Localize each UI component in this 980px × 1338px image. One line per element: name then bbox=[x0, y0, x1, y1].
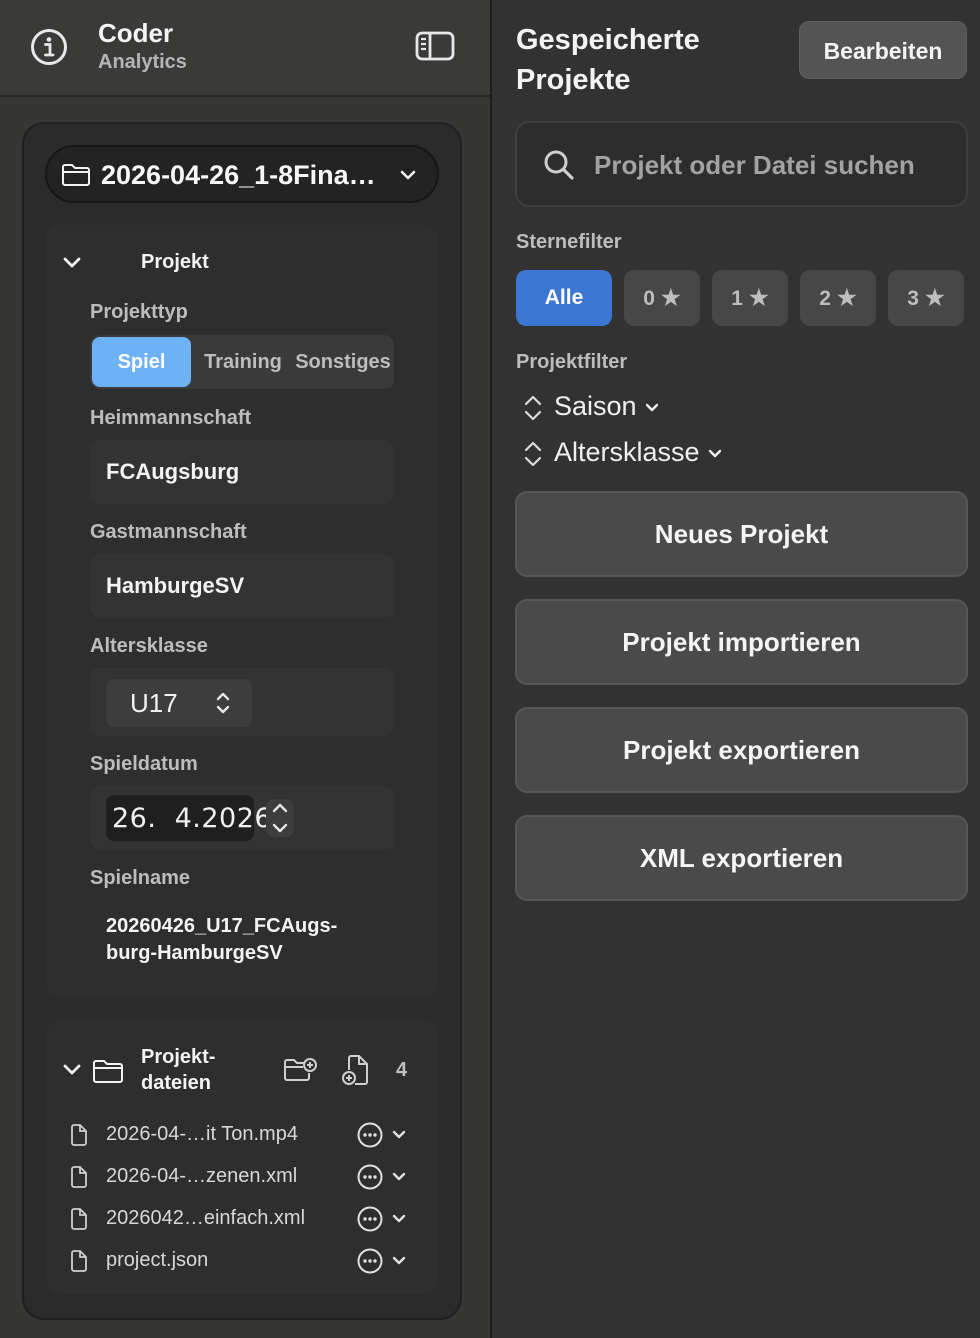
file-icon bbox=[71, 1166, 87, 1188]
home-team-label: Heimmannschaft bbox=[90, 407, 252, 429]
export-project-button[interactable]: Projekt exportieren bbox=[515, 707, 968, 793]
game-name-line-2: burg-HamburgeSV bbox=[106, 942, 283, 964]
project-type-segmented-control: Spiel Training Sonstiges bbox=[90, 335, 394, 389]
star-filter-1[interactable]: 1 ★ bbox=[712, 270, 788, 326]
new-file-icon[interactable] bbox=[341, 1054, 371, 1086]
more-icon[interactable] bbox=[357, 1164, 383, 1190]
project-files-title: Projekt- dateien bbox=[141, 1044, 231, 1096]
star-filter-label: 0 bbox=[643, 287, 655, 310]
age-class-popup[interactable]: U17 bbox=[106, 679, 252, 727]
saved-projects-title-line-1: Gespeicherte bbox=[516, 24, 700, 56]
up-down-icon bbox=[216, 692, 230, 714]
up-down-icon bbox=[524, 395, 542, 421]
edit-button[interactable]: Bearbeiten bbox=[799, 21, 967, 79]
star-filter-label: 1 bbox=[731, 287, 743, 310]
guest-team-value: HamburgeSV bbox=[106, 573, 245, 598]
file-row[interactable]: project.json bbox=[70, 1244, 420, 1278]
game-date-value: 26. 4.2026 bbox=[112, 803, 273, 834]
file-row[interactable]: 2026-04-…it Ton.mp4 bbox=[70, 1118, 420, 1152]
project-files-title-line-1: Projekt- bbox=[141, 1046, 216, 1068]
project-files-title-line-2: dateien bbox=[141, 1072, 212, 1094]
guest-team-field[interactable]: HamburgeSV bbox=[90, 554, 394, 618]
star-filter-label: 3 bbox=[907, 287, 919, 310]
age-class-filter[interactable]: Altersklasse bbox=[522, 436, 732, 470]
star-filter-label: Sternefilter bbox=[516, 231, 622, 253]
project-selector[interactable]: 2026-04-26_1-8Fina… bbox=[45, 145, 439, 203]
export-xml-button[interactable]: XML exportieren bbox=[515, 815, 968, 901]
star-filter-0[interactable]: 0 ★ bbox=[624, 270, 700, 326]
star-icon: ★ bbox=[836, 285, 857, 310]
search-field[interactable]: Projekt oder Datei suchen bbox=[515, 121, 968, 207]
star-filter-all[interactable]: Alle bbox=[516, 270, 612, 326]
season-filter-label: Saison bbox=[554, 391, 660, 422]
new-project-button[interactable]: Neues Projekt bbox=[515, 491, 968, 577]
chevron-down-icon bbox=[708, 449, 722, 458]
chevron-down-icon bbox=[645, 403, 659, 412]
age-class-value: U17 bbox=[130, 688, 178, 718]
home-team-value: FCAugsburg bbox=[106, 459, 240, 484]
app-name: Coder bbox=[98, 18, 174, 48]
project-filter-label: Projektfilter bbox=[516, 351, 628, 373]
pane-divider[interactable] bbox=[490, 0, 492, 1338]
file-icon bbox=[71, 1250, 87, 1272]
file-row[interactable]: 2026042…einfach.xml bbox=[70, 1202, 420, 1236]
file-name: 2026-04-…zenen.xml bbox=[106, 1165, 298, 1187]
star-icon: ★ bbox=[748, 285, 769, 310]
chevron-down-icon[interactable] bbox=[62, 1062, 82, 1078]
date-stepper[interactable] bbox=[266, 799, 294, 837]
more-icon[interactable] bbox=[357, 1248, 383, 1274]
up-down-icon bbox=[272, 803, 288, 833]
import-project-button[interactable]: Projekt importieren bbox=[515, 599, 968, 685]
game-name-value: 20260426_U17_FCAugs- burg-HamburgeSV bbox=[106, 913, 337, 967]
more-icon[interactable] bbox=[357, 1206, 383, 1232]
game-date-field[interactable]: 26. 4.2026 bbox=[106, 795, 272, 841]
project-section-title: Projekt bbox=[141, 251, 209, 273]
file-icon bbox=[71, 1124, 87, 1146]
file-row[interactable]: 2026-04-…zenen.xml bbox=[70, 1160, 420, 1194]
chevron-down-icon[interactable] bbox=[391, 1254, 407, 1268]
folder-icon bbox=[93, 1060, 123, 1083]
search-icon bbox=[544, 150, 574, 180]
chevron-down-icon bbox=[400, 170, 416, 180]
star-filter-3[interactable]: 3 ★ bbox=[888, 270, 964, 326]
search-placeholder: Projekt oder Datei suchen bbox=[594, 150, 915, 180]
project-type-option-sonstiges[interactable]: Sonstiges bbox=[292, 335, 394, 389]
star-filter-all-label: Alle bbox=[544, 286, 584, 309]
saved-projects-title-line-2: Projekte bbox=[516, 64, 631, 96]
folder-icon bbox=[62, 164, 90, 186]
star-filter-label: 2 bbox=[819, 287, 831, 310]
file-icon bbox=[71, 1208, 87, 1230]
info-icon[interactable] bbox=[30, 28, 68, 66]
project-type-option-training[interactable]: Training bbox=[194, 335, 292, 389]
project-selector-value: 2026-04-26_1-8Fina… bbox=[101, 160, 376, 190]
project-type-label: Projekttyp bbox=[90, 301, 188, 323]
project-files-count: 4 bbox=[396, 1059, 408, 1081]
chevron-down-icon[interactable] bbox=[391, 1170, 407, 1184]
file-name: project.json bbox=[106, 1249, 209, 1271]
star-icon: ★ bbox=[660, 285, 681, 310]
chevron-down-icon[interactable] bbox=[391, 1212, 407, 1226]
up-down-icon bbox=[524, 441, 542, 467]
age-class-filter-label: Altersklasse bbox=[554, 437, 723, 468]
sidebar-toggle-icon[interactable] bbox=[414, 28, 456, 64]
game-name-label: Spielname bbox=[90, 867, 191, 889]
guest-team-label: Gastmannschaft bbox=[90, 521, 247, 543]
more-icon[interactable] bbox=[357, 1122, 383, 1148]
chevron-down-icon[interactable] bbox=[62, 255, 82, 271]
star-filter-2[interactable]: 2 ★ bbox=[800, 270, 876, 326]
season-filter[interactable]: Saison bbox=[522, 390, 662, 424]
app-subtitle: Analytics bbox=[98, 51, 187, 73]
saved-projects-title: Gespeicherte Projekte bbox=[516, 20, 786, 100]
file-name: 2026042…einfach.xml bbox=[106, 1207, 306, 1229]
new-folder-icon[interactable] bbox=[283, 1056, 317, 1084]
chevron-down-icon[interactable] bbox=[391, 1128, 407, 1142]
file-name: 2026-04-…it Ton.mp4 bbox=[106, 1123, 298, 1145]
project-type-option-spiel[interactable]: Spiel bbox=[92, 337, 191, 387]
age-class-label: Altersklasse bbox=[90, 635, 208, 657]
game-name-line-1: 20260426_U17_FCAugs- bbox=[106, 915, 338, 937]
star-icon: ★ bbox=[924, 285, 945, 310]
game-date-label: Spieldatum bbox=[90, 753, 198, 775]
home-team-field[interactable]: FCAugsburg bbox=[90, 440, 394, 504]
